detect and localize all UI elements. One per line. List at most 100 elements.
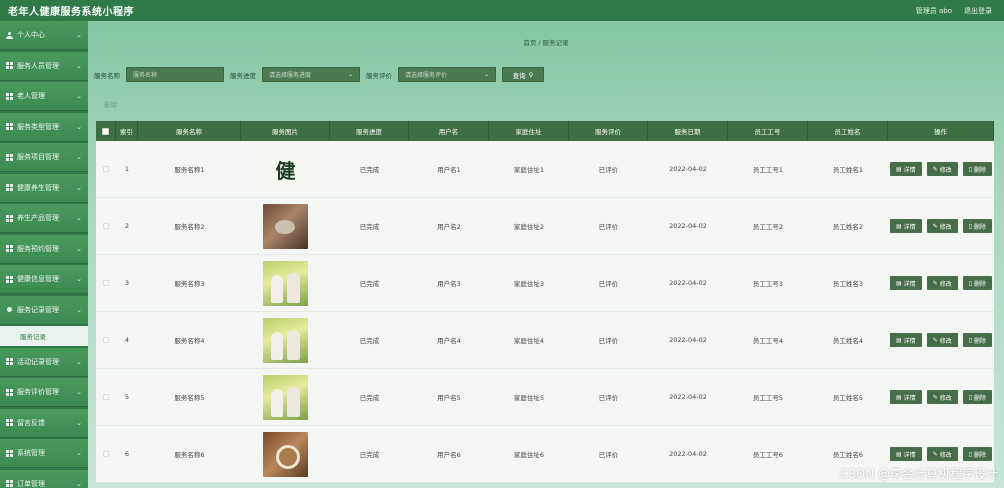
service-evaluation-label: 服务评价	[366, 71, 392, 80]
chevron-down-icon: ⌄	[76, 31, 82, 39]
submenu-item-service-records[interactable]: 服务记录	[0, 326, 88, 346]
edit-button[interactable]: ✎ 修改	[926, 162, 958, 176]
sidebar-item-left: 留言反馈	[6, 418, 45, 428]
sidebar-item[interactable]: 个人中心 ⌄	[0, 21, 88, 50]
sidebar-item[interactable]: 服务类型管理 ⌄	[0, 112, 88, 142]
username-cell: 用户名2	[437, 223, 461, 231]
employee-name-cell: 员工姓名2	[832, 223, 864, 231]
operations-cell: ▤ 详情 ✎ 修改 ▯ 删除	[888, 198, 994, 254]
select-all-checkbox[interactable]	[102, 127, 109, 135]
service-image	[263, 203, 308, 249]
trash-icon: ▯	[968, 336, 973, 344]
row-checkbox[interactable]	[103, 223, 109, 229]
file-icon: ▤	[895, 450, 902, 458]
row-checkbox[interactable]	[103, 166, 109, 172]
service-name-cell: 服务名称5	[174, 394, 205, 402]
sidebar: 个人中心 ⌄ 服务人员管理 ⌄ 老人管理 ⌄ 服务类型管理 ⌄ 服务项目管理 ⌄ 健康养生管理 ⌄ 养生…	[0, 21, 88, 488]
service-image	[263, 374, 308, 420]
grid-icon	[6, 245, 13, 252]
grid-icon	[6, 388, 13, 396]
detail-button[interactable]: ▤ 详情	[889, 162, 922, 176]
edit-button[interactable]: ✎ 修改	[926, 219, 958, 233]
delete-button-label: 删除	[974, 223, 987, 231]
sidebar-item[interactable]: 系统管理 ⌄	[0, 439, 88, 468]
table-row: 5 服务名称5 已完成 用户名5 家庭住址5 已评价 2022-04-02 员工工号5 员工姓名…	[96, 369, 994, 426]
employee-name-cell: 员工姓名4	[832, 337, 864, 345]
sidebar-item[interactable]: 服务项目管理 ⌄	[0, 143, 88, 172]
edit-button[interactable]: ✎ 修改	[926, 333, 958, 347]
sidebar-item[interactable]: 养生产品管理 ⌄	[0, 204, 88, 233]
service-name-input[interactable]: 服务名称	[126, 67, 224, 82]
sidebar-item[interactable]: 服务预约管理 ⌄	[0, 234, 88, 264]
top-right-links: 管理员 abo 退出登录	[916, 6, 992, 16]
employee-number-cell: 员工工号1	[752, 166, 784, 174]
grid-icon	[6, 275, 13, 283]
detail-button-label: 详情	[903, 280, 916, 288]
batch-delete-button[interactable]: 删除	[104, 99, 117, 109]
detail-button[interactable]: ▤ 详情	[889, 333, 922, 347]
delete-button[interactable]: ▯ 删除	[962, 447, 993, 461]
chevron-down-icon: ⌄	[76, 92, 82, 100]
column-header: 操作	[888, 121, 994, 141]
row-actions: ▤ 详情 ✎ 修改 ▯ 删除	[889, 276, 993, 290]
sidebar-item[interactable]: 老人管理 ⌄	[0, 82, 88, 111]
row-checkbox[interactable]	[103, 394, 109, 400]
row-checkbox-cell	[96, 255, 116, 311]
service-date-cell: 2022-04-02	[669, 222, 707, 230]
service-progress-placeholder: 请选择服务进度	[269, 72, 312, 79]
sidebar-item[interactable]: 服务评价管理 ⌄	[0, 378, 88, 407]
query-button[interactable]: 查询 ⚲	[502, 67, 544, 82]
logout-link[interactable]: 退出登录	[964, 6, 992, 16]
delete-button[interactable]: ▯ 删除	[962, 219, 993, 233]
service-progress-select[interactable]: 请选择服务进度 ⌄	[262, 67, 360, 82]
service-progress-cell: 已完成	[359, 223, 380, 231]
delete-button[interactable]: ▯ 删除	[962, 333, 993, 347]
edit-button[interactable]: ✎ 修改	[926, 390, 958, 404]
breadcrumb-home[interactable]: 首页	[523, 39, 536, 47]
row-actions: ▤ 详情 ✎ 修改 ▯ 删除	[889, 390, 993, 404]
detail-button[interactable]: ▤ 详情	[889, 219, 922, 233]
sidebar-item[interactable]: 服务记录管理 ⌄	[0, 295, 88, 325]
sidebar-item-label: 健康养生管理	[17, 183, 59, 192]
detail-button[interactable]: ▤ 详情	[889, 447, 922, 461]
sidebar-item[interactable]: 活动记录管理 ⌄	[0, 347, 88, 377]
column-header: 服务名称	[138, 121, 241, 141]
detail-button[interactable]: ▤ 详情	[889, 276, 922, 290]
delete-button[interactable]: ▯ 删除	[962, 276, 993, 290]
row-checkbox[interactable]	[103, 451, 109, 457]
service-evaluation-select[interactable]: 请选择服务评价 ⌄	[398, 67, 496, 82]
delete-button[interactable]: ▯ 删除	[962, 162, 993, 176]
grid-icon	[6, 92, 13, 100]
table-row: 3 服务名称3 已完成 用户名3 家庭住址3 已评价 2022-04-02 员工工号3 员工姓名…	[96, 255, 994, 312]
pencil-icon: ✎	[932, 450, 938, 458]
delete-button-label: 删除	[974, 451, 987, 459]
home-address-cell: 家庭住址4	[513, 337, 545, 345]
detail-button[interactable]: ▤ 详情	[889, 390, 922, 404]
row-checkbox[interactable]	[103, 280, 109, 286]
sidebar-item-label: 健康信息管理	[17, 275, 59, 283]
row-checkbox[interactable]	[103, 337, 109, 343]
delete-button-label: 删除	[974, 337, 987, 345]
delete-button-label: 删除	[974, 166, 987, 174]
sidebar-item[interactable]: 留言反馈 ⌄	[0, 408, 88, 438]
filter-bar: 服务名称 服务名称 服务进度 请选择服务进度 ⌄ 服务评价 请选择服务评价 ⌄ …	[94, 67, 544, 82]
sidebar-item[interactable]: 服务人员管理 ⌄	[0, 51, 88, 81]
employee-name-cell: 员工姓名1	[832, 166, 864, 174]
sidebar-item[interactable]: 健康养生管理 ⌄	[0, 173, 88, 203]
edit-button[interactable]: ✎ 修改	[926, 276, 958, 290]
edit-button[interactable]: ✎ 修改	[926, 447, 958, 461]
sidebar-item-left: 服务人员管理	[6, 61, 59, 71]
trash-icon: ▯	[968, 450, 973, 458]
row-checkbox-cell	[96, 312, 116, 368]
service-evaluation-placeholder: 请选择服务评价	[405, 72, 448, 79]
file-icon: ▤	[895, 279, 902, 287]
trash-icon: ▯	[968, 279, 973, 287]
sidebar-item[interactable]: 订单管理 ⌄	[0, 469, 88, 488]
service-image-cell	[241, 426, 330, 482]
delete-button[interactable]: ▯ 删除	[962, 390, 993, 404]
service-date-cell: 2022-04-02	[669, 165, 707, 173]
grid-icon	[6, 449, 13, 457]
sidebar-item[interactable]: 健康信息管理 ⌄	[0, 265, 88, 294]
index-cell: 6	[124, 450, 130, 458]
search-icon: ⚲	[528, 70, 534, 79]
